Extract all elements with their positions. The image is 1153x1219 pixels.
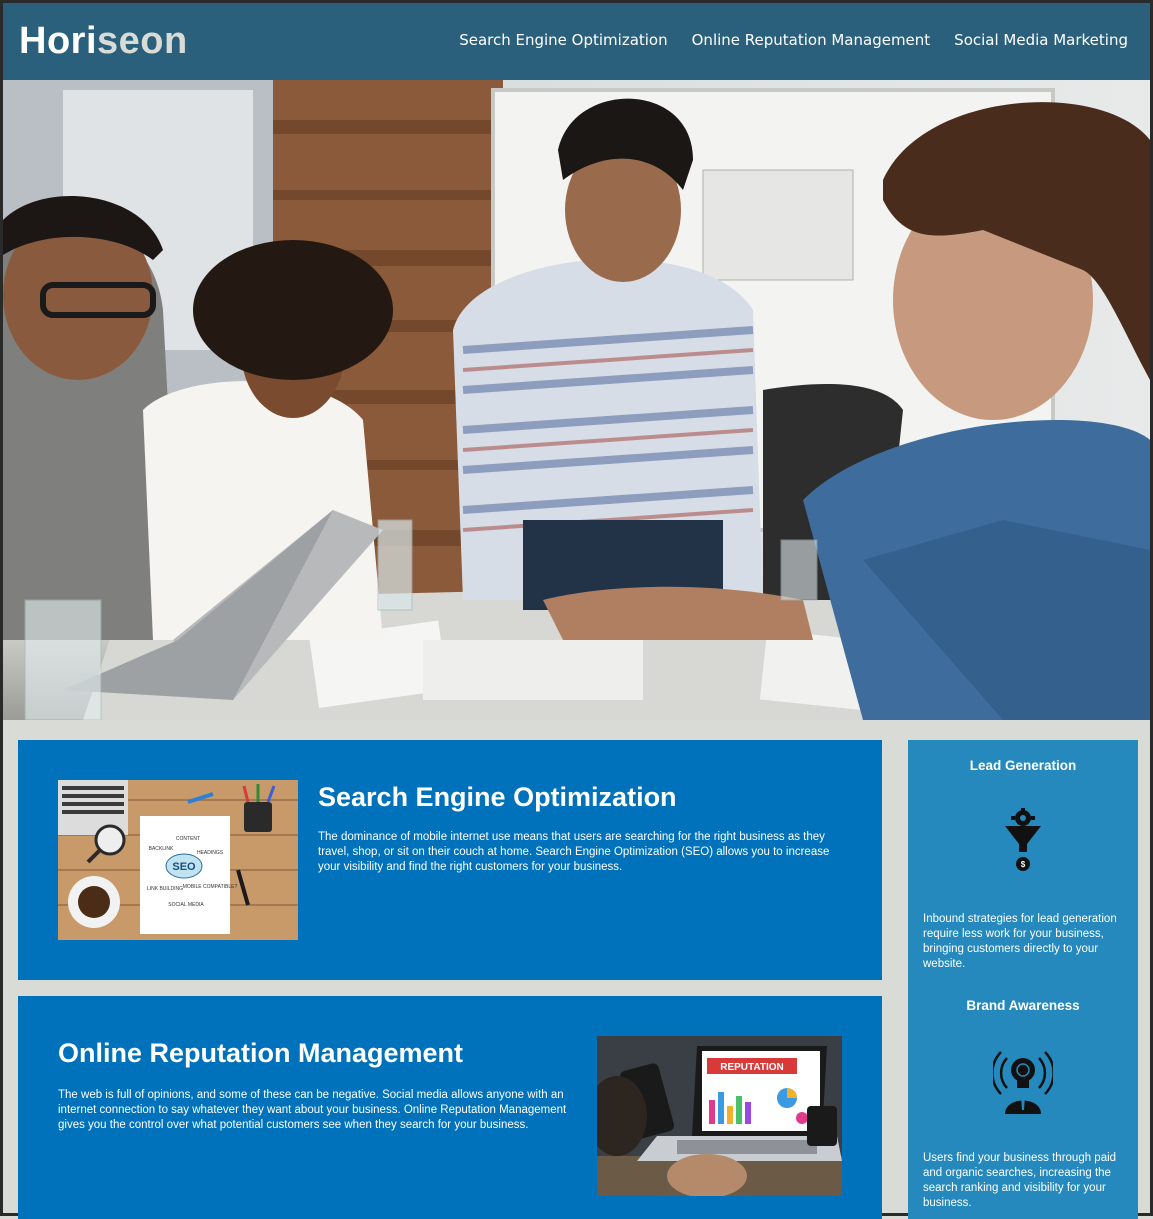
- logo-text-main: Hori: [19, 20, 97, 62]
- site-logo[interactable]: Horiseon: [19, 20, 188, 63]
- main-nav: Search Engine Optimization Online Reputa…: [459, 31, 1128, 49]
- brand-awareness-title: Brand Awareness: [966, 998, 1080, 1013]
- seo-image-word: LINK BUILDING: [147, 886, 183, 892]
- hero-image: [3, 80, 1150, 720]
- logo-text-accent: seon: [97, 20, 188, 62]
- brand-awareness-icon: [991, 1048, 1055, 1119]
- brand-awareness-text: Users find your business through paid an…: [923, 1152, 1117, 1209]
- reputation-section: Online Reputation Management The web is …: [18, 996, 882, 1219]
- seo-text: The dominance of mobile internet use mea…: [318, 831, 830, 873]
- reputation-text: The web is full of opinions, and some of…: [58, 1089, 567, 1131]
- nav-link-social-media[interactable]: Social Media Marketing: [954, 31, 1128, 49]
- nav-link-seo[interactable]: Search Engine Optimization: [459, 31, 667, 49]
- lead-generation-text: Inbound strategies for lead generation r…: [923, 913, 1117, 970]
- seo-image-word: SEO: [172, 861, 196, 873]
- seo-image-word: BACKLINK: [149, 846, 174, 852]
- nav-link-reputation[interactable]: Online Reputation Management: [692, 31, 931, 49]
- seo-section: SEO CONTENT BACKLINK HEADINGS LINK BUILD…: [18, 740, 882, 980]
- seo-image-word: MOBILE COMPATIBLE?: [183, 884, 238, 890]
- seo-image-word: HEADINGS: [197, 850, 224, 856]
- seo-image-word: SOCIAL MEDIA: [168, 902, 204, 908]
- reputation-title: Online Reputation Management: [58, 1038, 464, 1068]
- business-team-meeting-photo: [3, 80, 1150, 720]
- lead-generation-title: Lead Generation: [969, 758, 1077, 773]
- reputation-image-word: REPUTATION: [720, 1062, 784, 1073]
- seo-title: Search Engine Optimization: [318, 782, 677, 812]
- seo-image-word: CONTENT: [176, 836, 200, 842]
- seo-notebook-image: SEO CONTENT BACKLINK HEADINGS LINK BUILD…: [58, 780, 298, 940]
- site-header: Horiseon Search Engine Optimization Onli…: [3, 3, 1150, 80]
- benefits-sidebar: Lead Generation $ Inbound strategies for…: [908, 740, 1138, 1219]
- svg-text:$: $: [1021, 860, 1026, 869]
- lead-generation-icon: $: [1003, 808, 1043, 877]
- reputation-laptop-image: REPUTATION: [597, 1036, 842, 1196]
